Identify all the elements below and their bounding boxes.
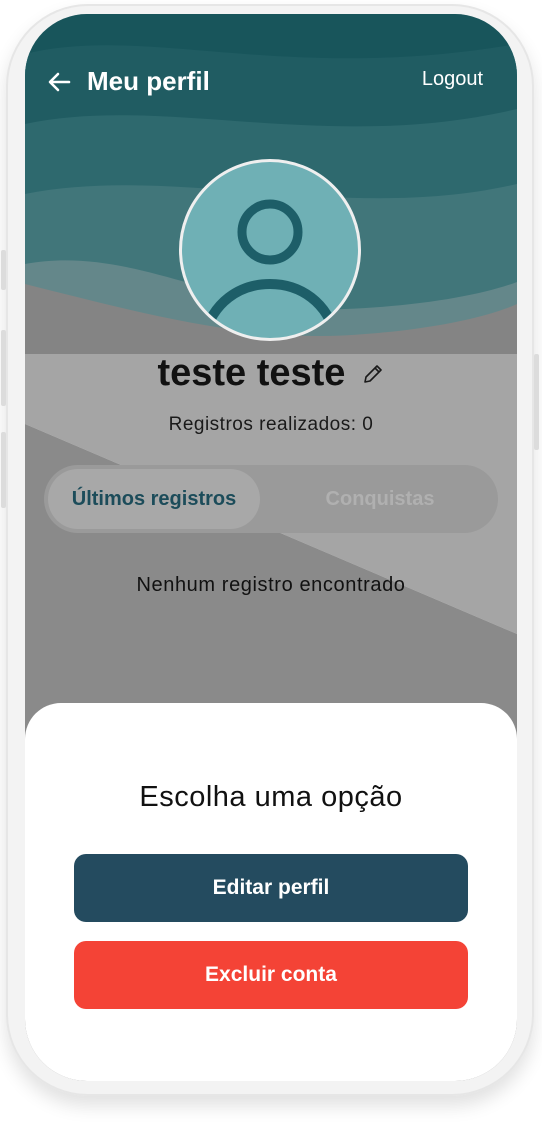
options-bottom-sheet: Escolha uma opção Editar perfil Excluir … <box>25 703 517 1081</box>
delete-account-button[interactable]: Excluir conta <box>74 941 468 1009</box>
logout-link[interactable]: Logout <box>422 68 483 91</box>
profile-name: teste teste <box>157 352 346 394</box>
tab-conquistas[interactable]: Conquistas <box>280 469 480 529</box>
avatar[interactable] <box>179 159 361 341</box>
empty-state-message: Nenhum registro encontrado <box>136 574 406 596</box>
user-icon <box>199 199 341 338</box>
profile-name-row: teste teste <box>25 352 517 395</box>
top-app-bar: Meu perfil Logout <box>25 64 517 104</box>
edit-profile-button[interactable]: Editar perfil <box>74 854 468 922</box>
side-button-power <box>534 354 539 450</box>
side-button-volume-up <box>1 330 6 406</box>
app-screen: Meu perfil Logout teste teste Registros … <box>25 14 517 1081</box>
arrow-left-icon <box>48 72 71 92</box>
side-button-volume-down <box>1 432 6 508</box>
side-button-silent <box>1 250 6 290</box>
records-count: Registros realizados: 0 <box>168 414 374 435</box>
tab-ultimos-registros[interactable]: Últimos registros <box>48 469 260 529</box>
profile-tabs: Últimos registros Conquistas <box>44 465 498 533</box>
back-button[interactable] <box>45 68 73 96</box>
page-title: Meu perfil <box>87 66 210 96</box>
pencil-icon[interactable] <box>361 362 385 386</box>
sheet-title: Escolha uma opção <box>139 781 403 813</box>
